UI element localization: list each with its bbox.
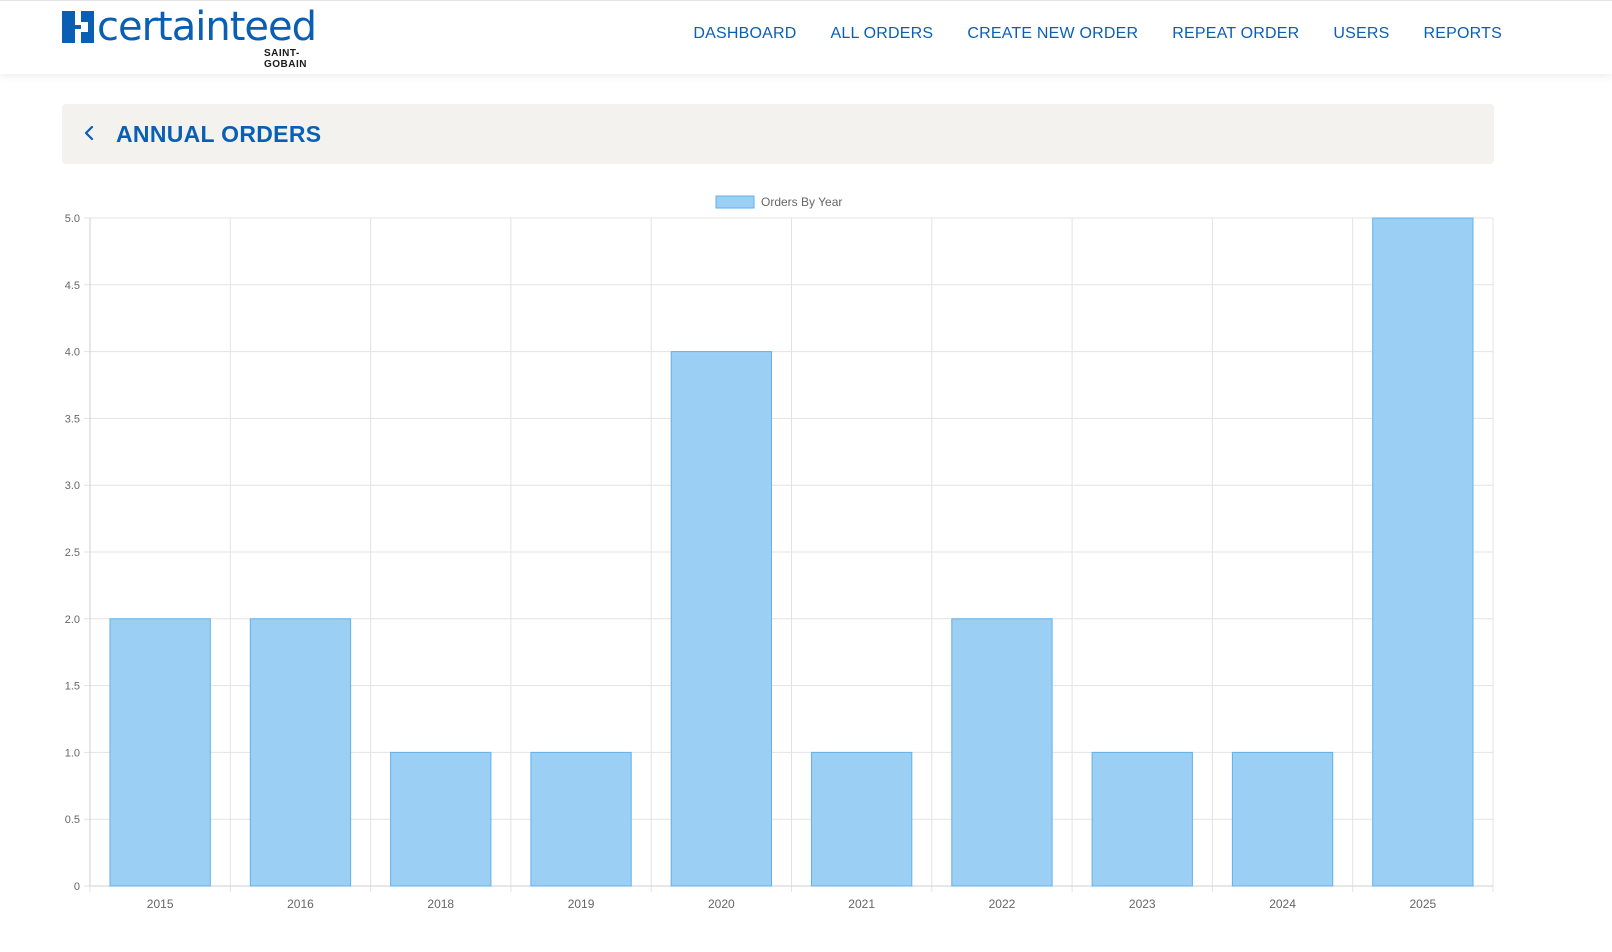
x-tick-label: 2016 [287, 897, 314, 911]
bar-2019[interactable] [530, 751, 632, 887]
bar-2015[interactable] [109, 618, 211, 887]
legend-swatch[interactable] [715, 195, 755, 209]
bar-2016[interactable] [249, 618, 352, 887]
x-tick-label: 2020 [708, 897, 735, 911]
annual-orders-chart: 0 0.5 1.0 1.5 2.0 2.5 3.0 3.5 4.0 4.5 5.0 2015 2016 2… [0, 180, 1612, 920]
page-title: ANNUAL ORDERS [116, 121, 322, 147]
top-header: certainteed SAINT-GOBAIN DASHBOARD ALL O… [0, 0, 1612, 74]
x-tick-label: 2015 [147, 897, 174, 911]
nav-users[interactable]: USERS [1333, 25, 1389, 43]
y-tick-label: 0.5 [65, 814, 80, 826]
nav-dashboard[interactable]: DASHBOARD [693, 25, 796, 43]
bar-2020[interactable] [670, 351, 773, 887]
x-tick-label: 2024 [1269, 897, 1296, 911]
y-tick-label: 4.0 [65, 347, 80, 359]
y-tick-label: 4.5 [65, 280, 80, 292]
x-tick-label: 2021 [848, 897, 875, 911]
x-tick-label: 2023 [1129, 897, 1156, 911]
bar-2023[interactable] [1091, 751, 1193, 887]
logo-subline: SAINT-GOBAIN [264, 48, 307, 70]
bar-chart-svg: 0 0.5 1.0 1.5 2.0 2.5 3.0 3.5 4.0 4.5 5.0 2015 2016 2… [65, 195, 1494, 911]
chevron-left-icon [84, 125, 94, 141]
bar-2025[interactable] [1372, 217, 1474, 887]
y-tick-label: 3.5 [65, 413, 80, 425]
y-tick-label: 1.0 [65, 747, 80, 759]
logo-wordmark: certainteed [97, 4, 317, 50]
bar-2021[interactable] [810, 751, 913, 887]
legend-label[interactable]: Orders By Year [761, 195, 842, 209]
y-tick-label: 5.0 [65, 213, 80, 225]
x-tick-label: 2025 [1409, 897, 1436, 911]
bar-2024[interactable] [1231, 751, 1334, 887]
nav-create-new-order[interactable]: CREATE NEW ORDER [967, 25, 1138, 43]
back-button[interactable] [74, 118, 104, 148]
y-tick-label: 2.5 [65, 547, 80, 559]
nav-repeat-order[interactable]: REPEAT ORDER [1172, 25, 1299, 43]
bar-2018[interactable] [390, 751, 492, 887]
nav-reports[interactable]: REPORTS [1424, 25, 1502, 43]
page-title-bar: ANNUAL ORDERS [62, 104, 1494, 164]
x-tick-label: 2019 [568, 897, 595, 911]
x-tick-label: 2022 [989, 897, 1016, 911]
certainteed-logo[interactable]: certainteed SAINT-GOBAIN [62, 4, 342, 70]
logo-mark-icon [62, 11, 94, 43]
y-tick-label: 2.0 [65, 614, 80, 626]
main-nav: DASHBOARD ALL ORDERS CREATE NEW ORDER RE… [693, 25, 1502, 43]
y-tick-label: 0 [74, 881, 80, 893]
bar-2022[interactable] [951, 618, 1053, 887]
nav-all-orders[interactable]: ALL ORDERS [831, 25, 934, 43]
x-tick-label: 2018 [427, 897, 454, 911]
y-tick-label: 3.0 [65, 480, 80, 492]
y-tick-label: 1.5 [65, 681, 80, 693]
